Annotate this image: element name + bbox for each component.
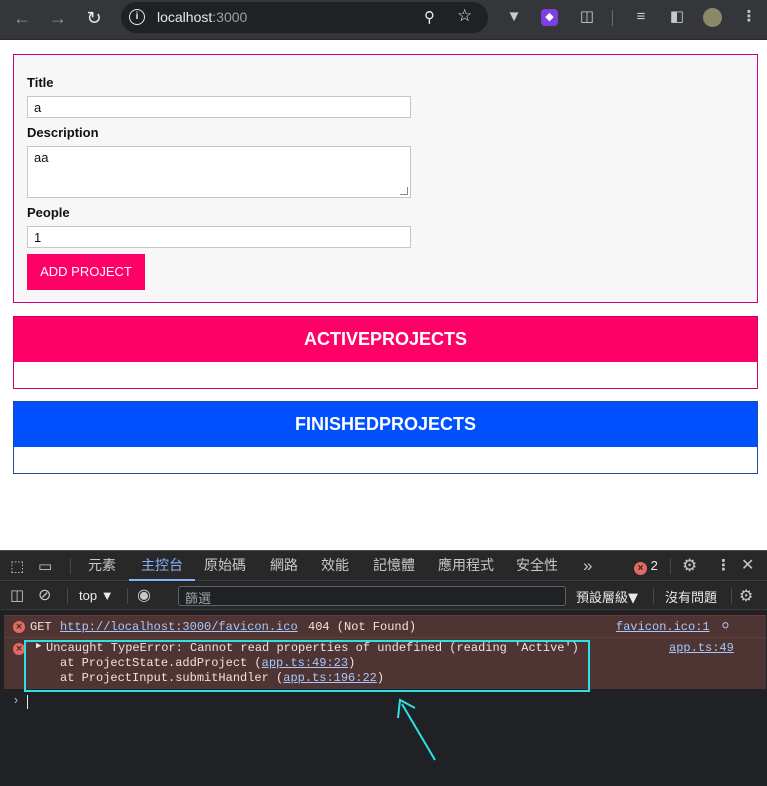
more-tabs-chevron-icon[interactable]: » (583, 556, 592, 576)
dropdown-arrow-icon: ▼ (628, 591, 639, 606)
active-projects-heading: ACTIVEPROJECTS (14, 317, 757, 362)
close-devtools-icon[interactable]: ✕ (741, 555, 754, 575)
tab-console[interactable]: 主控台 (129, 551, 195, 581)
reading-list-icon[interactable]: ≡ (632, 8, 650, 26)
page-viewport: Title a Description aa People 1 ADD PROJ… (0, 41, 767, 550)
tab-divider (670, 558, 671, 574)
dropdown-arrow-icon: ▼ (100, 588, 114, 603)
address-bar[interactable]: i localhost:3000 ⚲ ☆ (121, 2, 488, 33)
title-label: Title (27, 75, 54, 90)
extensions-puzzle-icon[interactable]: ◫ (578, 8, 596, 26)
request-url-link[interactable]: http://localhost:3000/favicon.ico (60, 620, 298, 634)
bookmark-star-icon[interactable]: ☆ (457, 6, 472, 26)
toolbar-divider (612, 10, 613, 26)
network-panel-icon[interactable]: ⚪ (720, 619, 731, 634)
side-panel-icon[interactable]: ◧ (668, 8, 686, 26)
description-value: aa (34, 150, 49, 165)
active-projects-section: ACTIVEPROJECTS (13, 316, 758, 389)
device-toolbar-icon[interactable]: ▭ (38, 557, 52, 575)
issues-counter[interactable]: 沒有問題 (665, 587, 717, 606)
console-prompt-icon: › (12, 693, 20, 708)
finished-projects-section: FINISHEDPROJECTS (13, 401, 758, 474)
annotation-arrow-icon (397, 698, 436, 761)
extension-icon[interactable]: ◆ (541, 9, 558, 26)
zoom-icon[interactable]: ⚲ (424, 8, 435, 26)
forward-icon[interactable]: → (44, 6, 72, 30)
people-input[interactable]: 1 (27, 226, 411, 248)
project-input-form: Title a Description aa People 1 ADD PROJ… (13, 54, 758, 303)
toolbar-divider (731, 588, 732, 604)
toolbar-divider (67, 588, 68, 604)
source-link[interactable]: favicon.ico:1 (616, 620, 710, 634)
tab-security[interactable]: 安全性 (516, 551, 558, 581)
reload-icon[interactable]: ↻ (80, 6, 108, 30)
devtools-tab-bar: ⬚ ▭ 元素 主控台 原始碼 網路 效能 記憶體 應用程式 安全性 » × 2 … (0, 551, 767, 581)
devtools-menu-icon[interactable]: ⋮ (716, 556, 731, 574)
clear-console-icon[interactable]: ⊘ (38, 585, 51, 605)
request-status: 404 (Not Found) (308, 620, 417, 634)
toolbar-divider (653, 588, 654, 604)
tab-application[interactable]: 應用程式 (438, 551, 494, 581)
error-icon: × (13, 621, 25, 633)
address-url[interactable]: localhost:3000 (157, 9, 247, 25)
tab-performance[interactable]: 效能 (321, 551, 349, 581)
back-icon[interactable]: ← (8, 6, 36, 30)
description-textarea[interactable]: aa (27, 146, 411, 198)
console-toolbar: ◫ ⊘ top ▼ ◉ 篩選 預設層級▼ 沒有問題 ⚙ (0, 582, 767, 610)
log-levels-dropdown[interactable]: 預設層級▼ (576, 587, 638, 606)
tab-sources[interactable]: 原始碼 (204, 551, 246, 581)
inspect-element-icon[interactable]: ⬚ (10, 557, 24, 575)
console-filter-input[interactable]: 篩選 (178, 586, 566, 607)
devtools-panel: ⬚ ▭ 元素 主控台 原始碼 網路 效能 記憶體 應用程式 安全性 » × 2 … (0, 550, 767, 786)
sidebar-toggle-icon[interactable]: ◫ (10, 586, 24, 604)
tab-network[interactable]: 網路 (270, 551, 298, 581)
console-settings-gear-icon[interactable]: ⚙ (739, 586, 753, 606)
finished-projects-heading: FINISHEDPROJECTS (14, 402, 757, 447)
request-method: GET (30, 620, 52, 634)
avatar[interactable] (703, 8, 722, 27)
error-counter[interactable]: × 2 (634, 558, 658, 575)
resize-handle-icon[interactable] (400, 187, 408, 195)
error-source-link[interactable]: app.ts:49 (669, 641, 734, 655)
vue-devtools-extension-icon[interactable]: ▼ (505, 8, 523, 26)
menu-kebab-icon[interactable]: ⋮ (740, 8, 758, 26)
annotation-highlight-box (24, 640, 590, 692)
toolbar-divider (127, 588, 128, 604)
live-expression-eye-icon[interactable]: ◉ (137, 585, 151, 605)
settings-gear-icon[interactable]: ⚙ (682, 556, 697, 576)
browser-toolbar: ← → ↻ i localhost:3000 ⚲ ☆ ▼ ◆ ◫ ≡ ◧ ⋮ (0, 0, 767, 40)
people-label: People (27, 205, 70, 220)
error-icon: × (634, 562, 647, 575)
title-input[interactable]: a (27, 96, 411, 118)
tab-divider (70, 558, 71, 574)
tab-memory[interactable]: 記憶體 (373, 551, 415, 581)
console-message-network-error: × GET http://localhost:3000/favicon.ico … (4, 615, 766, 637)
tab-elements[interactable]: 元素 (88, 551, 116, 581)
site-info-icon[interactable]: i (129, 9, 145, 25)
description-label: Description (27, 125, 99, 140)
add-project-button[interactable]: ADD PROJECT (27, 254, 145, 290)
context-select[interactable]: top ▼ (79, 588, 114, 603)
console-input-caret[interactable] (27, 695, 28, 709)
